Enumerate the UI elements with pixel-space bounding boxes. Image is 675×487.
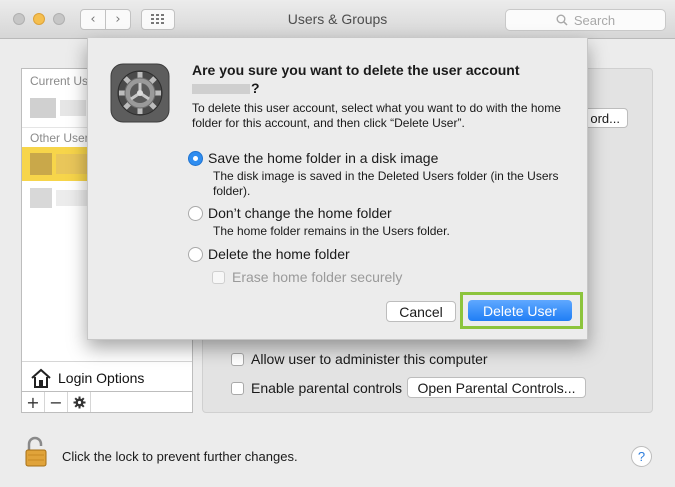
dialog-title: Are you sure you want to delete the user… <box>192 61 562 97</box>
option-label: Don’t change the home folder <box>208 205 392 221</box>
user-name-obscured <box>60 100 86 116</box>
house-icon <box>31 368 51 388</box>
account-name-obscured <box>192 84 250 95</box>
delete-user-highlight: Delete User <box>460 292 583 329</box>
dialog-title-text: Are you sure you want to delete the user… <box>192 62 520 78</box>
parental-controls-checkbox-row[interactable]: Enable parental controls <box>231 380 402 396</box>
allow-admin-label: Allow user to administer this computer <box>251 351 488 367</box>
delete-user-dialog: Are you sure you want to delete the user… <box>87 38 588 340</box>
dont-change-home-folder-radio[interactable] <box>188 205 203 221</box>
avatar <box>30 98 56 118</box>
title-bar: ‹ › Users & Groups Search <box>0 0 675 39</box>
cancel-button[interactable]: Cancel <box>386 301 456 322</box>
save-home-folder-option[interactable]: Save the home folder in a disk image <box>188 150 438 166</box>
parental-controls-checkbox[interactable] <box>231 381 244 395</box>
users-groups-window: ‹ › Users & Groups Search Current Us Oth… <box>0 0 675 487</box>
login-options-item[interactable]: Login Options <box>22 361 192 394</box>
delete-home-folder-option[interactable]: Delete the home folder <box>188 246 350 262</box>
search-placeholder: Search <box>573 12 616 28</box>
search-icon <box>556 14 568 26</box>
action-menu-button[interactable] <box>68 392 91 412</box>
parental-controls-label: Enable parental controls <box>251 380 402 396</box>
delete-user-button[interactable]: Delete User <box>468 300 572 321</box>
help-icon: ? <box>637 449 646 464</box>
list-toolbar: + − <box>22 391 192 412</box>
lock-text: Click the lock to prevent further change… <box>62 449 298 464</box>
add-user-button[interactable]: + <box>22 392 45 412</box>
lock-button[interactable] <box>24 436 48 471</box>
dont-change-home-folder-option[interactable]: Don’t change the home folder <box>188 205 392 221</box>
reset-password-label: ord... <box>590 110 620 126</box>
allow-admin-checkbox-row[interactable]: Allow user to administer this computer <box>231 351 488 367</box>
dialog-description: To delete this user account, select what… <box>192 101 561 130</box>
erase-securely-checkbox[interactable] <box>212 270 225 284</box>
save-home-folder-radio[interactable] <box>188 150 203 166</box>
option-detail: The home folder remains in the Users fol… <box>213 224 450 238</box>
option-detail: The disk image is saved in the Deleted U… <box>213 169 559 198</box>
avatar <box>30 153 52 175</box>
delete-home-folder-radio[interactable] <box>188 246 203 262</box>
dialog-title-end: ? <box>251 80 260 96</box>
unlocked-padlock-icon <box>25 436 47 467</box>
avatar <box>30 188 52 208</box>
help-button[interactable]: ? <box>631 446 652 467</box>
erase-securely-checkbox-row[interactable]: Erase home folder securely <box>212 269 402 285</box>
login-options-label: Login Options <box>58 370 145 386</box>
remove-user-button[interactable]: − <box>45 392 68 412</box>
system-preferences-gear-icon <box>110 63 170 123</box>
allow-admin-checkbox[interactable] <box>231 352 244 366</box>
option-label: Save the home folder in a disk image <box>208 150 439 166</box>
open-parental-controls-button[interactable]: Open Parental Controls... <box>407 377 586 398</box>
gear-icon <box>73 396 85 408</box>
erase-securely-label: Erase home folder securely <box>232 269 403 285</box>
search-field[interactable]: Search <box>505 9 666 31</box>
option-label: Delete the home folder <box>208 246 350 262</box>
